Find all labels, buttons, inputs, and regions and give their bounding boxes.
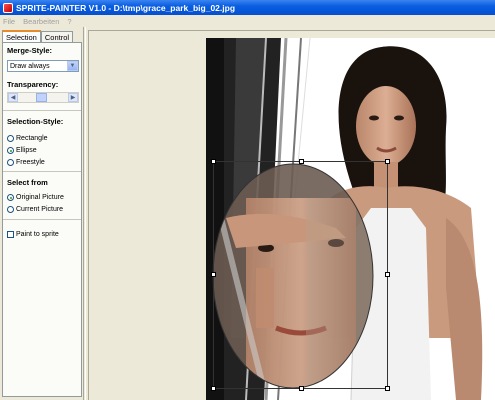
resize-handle-bottom-left[interactable]	[211, 386, 216, 391]
radio-circle[interactable]	[7, 147, 14, 154]
tab-control[interactable]: Control	[40, 31, 74, 42]
merge-style-value: Draw always	[10, 62, 50, 70]
select-from-label: Select from	[7, 178, 48, 187]
resize-handle-right[interactable]	[385, 272, 390, 277]
radio-circle[interactable]	[7, 135, 14, 142]
transparency-slider-thumb[interactable]	[36, 93, 48, 102]
app-icon	[3, 2, 13, 13]
tab-selection[interactable]: Selection	[2, 30, 41, 42]
paint-to-sprite-checkbox[interactable]: Paint to sprite	[7, 231, 59, 238]
resize-handle-top[interactable]	[299, 159, 304, 164]
resize-handle-top-right[interactable]	[385, 159, 390, 164]
selection-bounds[interactable]	[211, 159, 390, 391]
radio-ellipse[interactable]: Ellipse	[7, 147, 37, 154]
resize-handle-top-left[interactable]	[211, 159, 216, 164]
divider	[3, 110, 81, 111]
chevron-down-icon[interactable]: ▼	[67, 61, 78, 71]
checkbox-box[interactable]	[7, 231, 14, 238]
merge-style-select[interactable]: Draw always ▼	[7, 60, 79, 72]
transparency-slider[interactable]: ◀ ▶	[7, 92, 79, 103]
radio-current-picture[interactable]: Current Picture	[7, 206, 63, 213]
paint-to-sprite-label: Paint to sprite	[16, 231, 59, 238]
arrow-left-icon[interactable]: ◀	[8, 93, 18, 102]
radio-ellipse-label: Ellipse	[16, 147, 37, 154]
radio-current-picture-label: Current Picture	[16, 206, 64, 213]
resize-handle-bottom-right[interactable]	[385, 386, 390, 391]
radio-rectangle[interactable]: Rectangle	[7, 135, 48, 142]
transparency-label: Transparency:	[7, 80, 59, 89]
radio-freestyle[interactable]: Freestyle	[7, 159, 45, 166]
selection-tab-page: Merge-Style: Draw always ▼ Transparency:…	[2, 42, 82, 397]
radio-circle[interactable]	[7, 159, 14, 166]
divider	[3, 171, 81, 172]
radio-freestyle-label: Freestyle	[16, 159, 45, 166]
resize-handle-bottom[interactable]	[299, 386, 304, 391]
divider	[3, 219, 81, 220]
radio-original-picture-label: Original Picture	[16, 194, 64, 201]
title-bar[interactable]: SPRITE-PAINTER V1.0 - D:\tmp\grace_park_…	[0, 0, 495, 15]
menu-file[interactable]: File	[3, 17, 15, 26]
tool-panel: Selection Control Merge-Style: Draw alwa…	[0, 27, 84, 400]
menu-bar: File Bearbeiten ?	[0, 15, 495, 27]
window-title: SPRITE-PAINTER V1.0 - D:\tmp\grace_park_…	[16, 2, 236, 13]
menu-help[interactable]: ?	[67, 17, 71, 26]
arrow-right-icon[interactable]: ▶	[68, 93, 78, 102]
radio-circle[interactable]	[7, 206, 14, 213]
menu-bearbeiten[interactable]: Bearbeiten	[23, 17, 59, 26]
merge-style-label: Merge-Style:	[7, 46, 53, 55]
radio-original-picture[interactable]: Original Picture	[7, 194, 64, 201]
resize-handle-left[interactable]	[211, 272, 216, 277]
tab-strip: Selection Control	[2, 30, 74, 42]
radio-circle[interactable]	[7, 194, 14, 201]
radio-rectangle-label: Rectangle	[16, 135, 48, 142]
selection-style-label: Selection-Style:	[7, 117, 64, 126]
